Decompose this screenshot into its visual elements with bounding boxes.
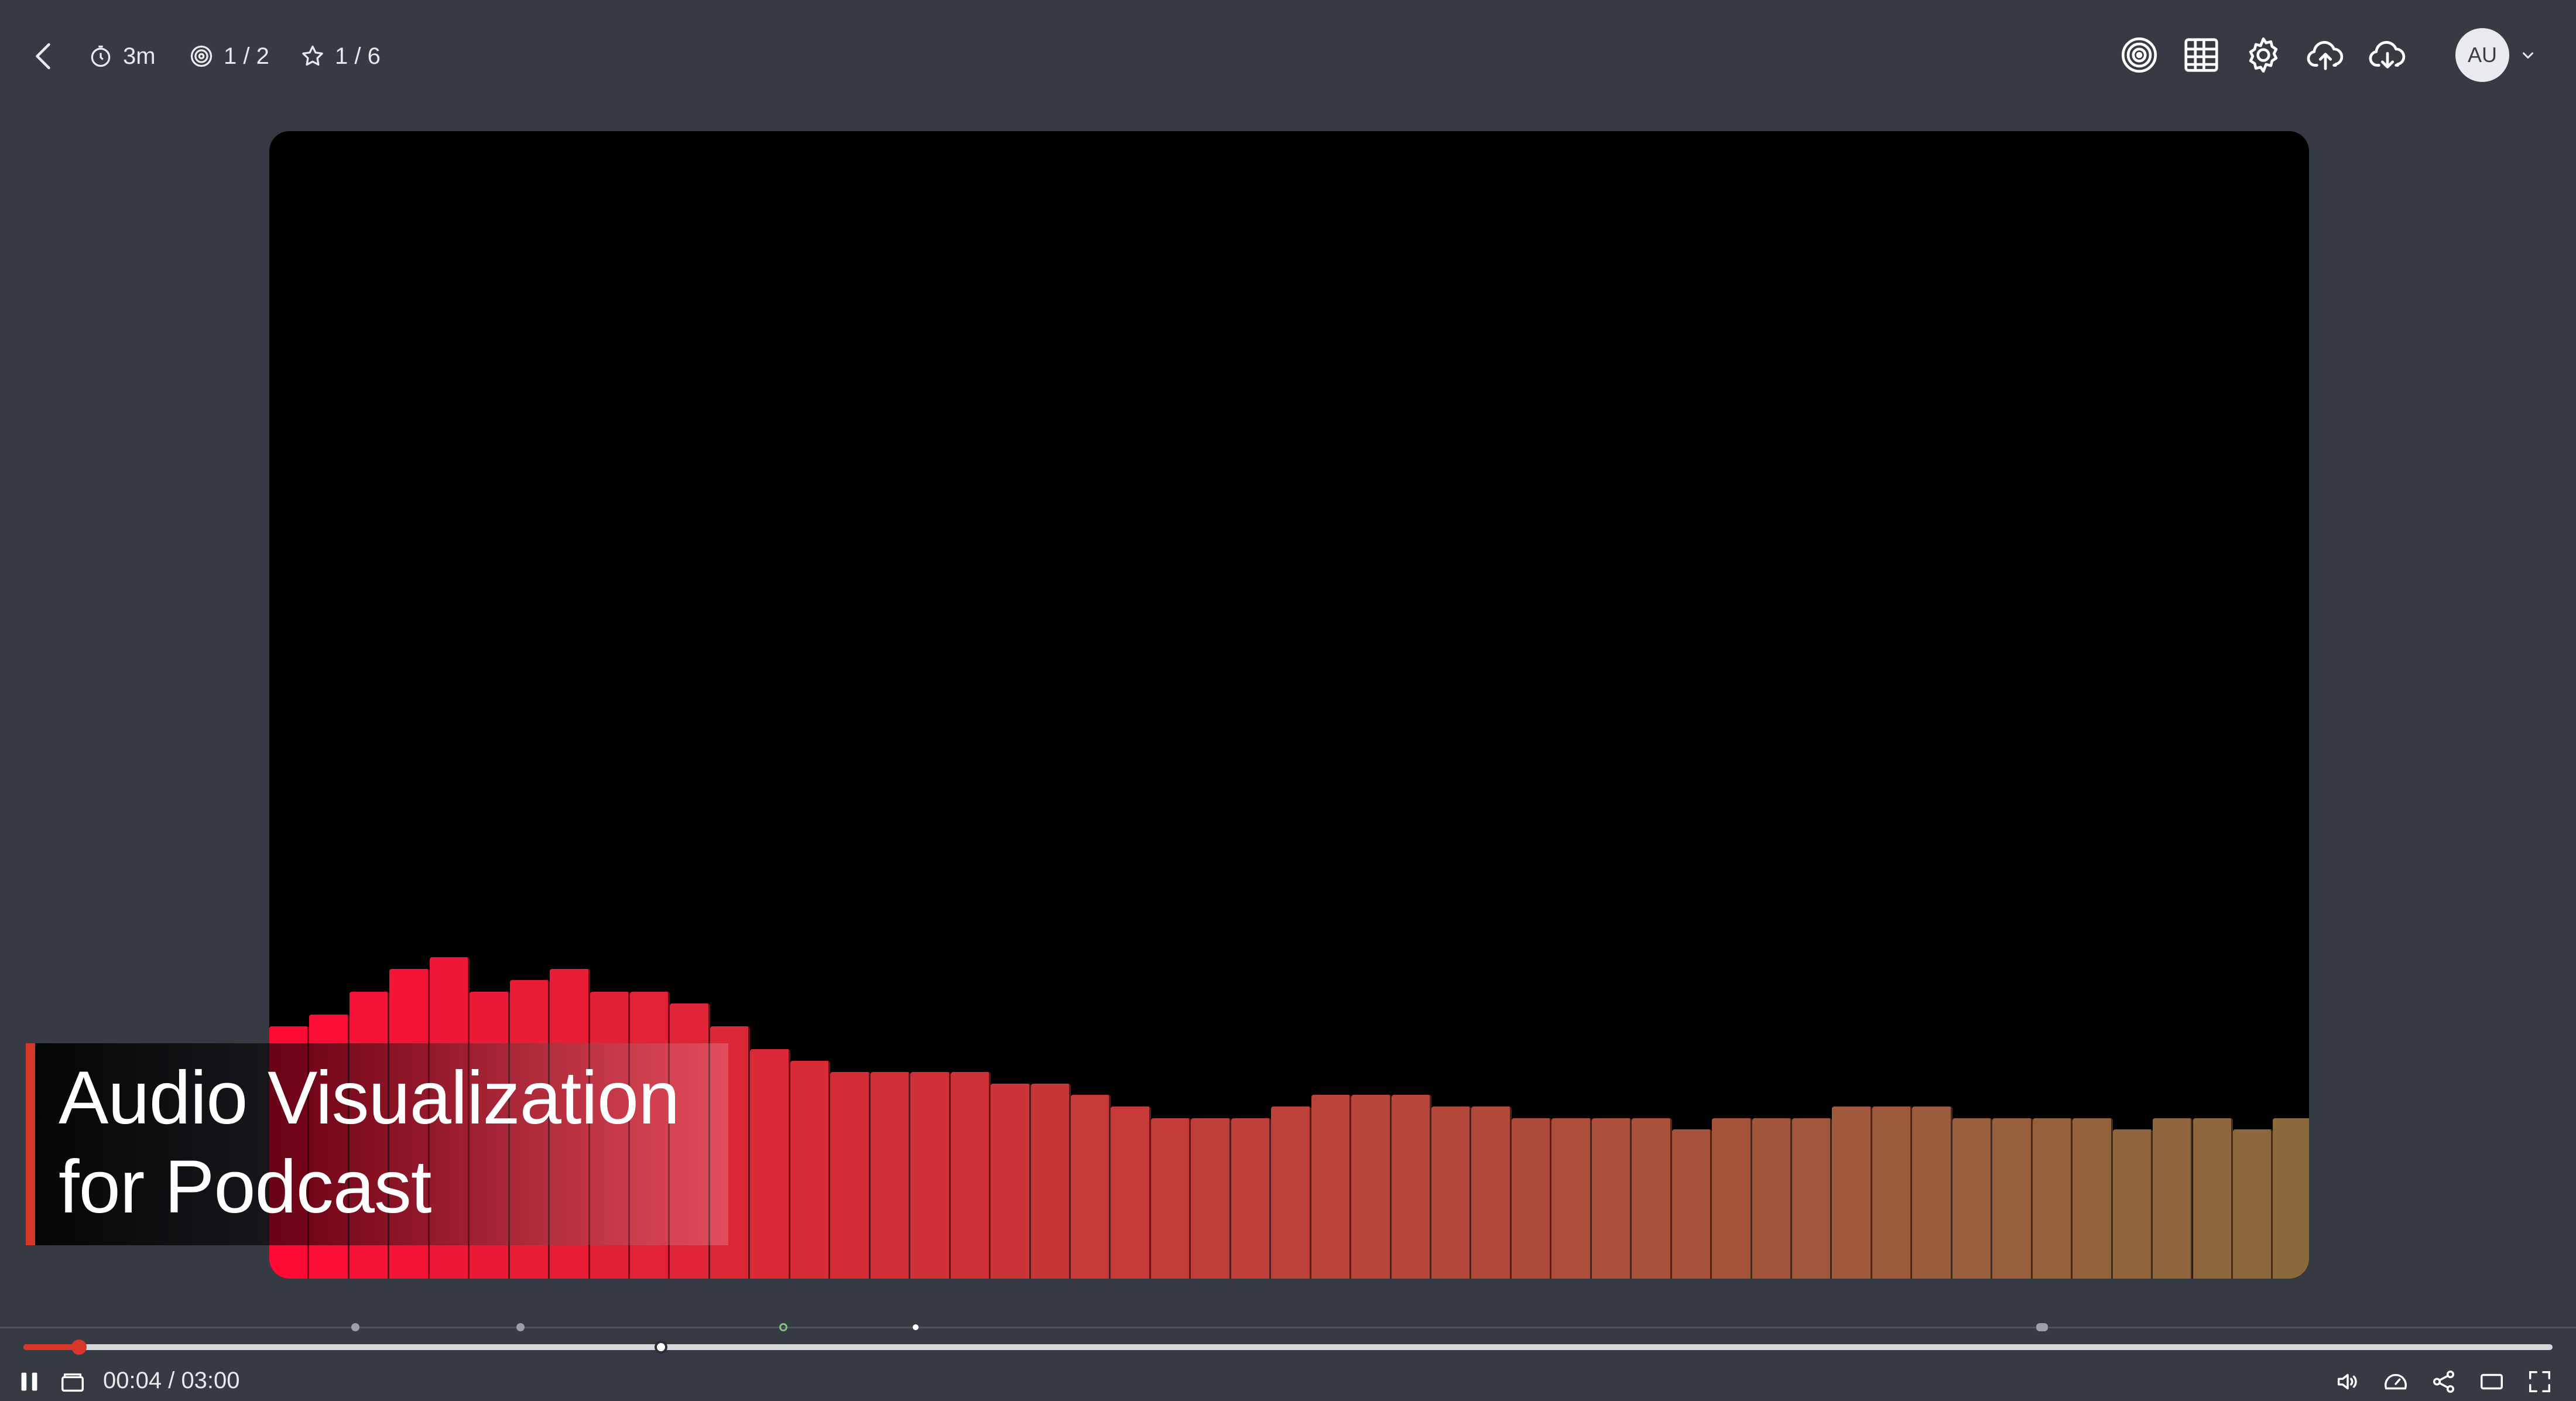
star-icon [302, 45, 323, 66]
timeline-marker[interactable] [2036, 1323, 2048, 1331]
visualizer-bar [1231, 1118, 1272, 1279]
visualizer-bar [1191, 1118, 1231, 1279]
seek-handle[interactable] [71, 1340, 87, 1355]
target-icon [190, 45, 213, 67]
share-button[interactable] [2426, 1364, 2461, 1399]
visualizer-bar [1471, 1107, 1512, 1279]
visualizer-bar [1632, 1118, 1672, 1279]
visualizer-bar [991, 1083, 1031, 1279]
visualizer-bar [1431, 1107, 1472, 1279]
volume-button[interactable] [2330, 1364, 2365, 1399]
visualizer-bar [1511, 1118, 1552, 1279]
visualizer-bar [1872, 1107, 1913, 1279]
speedometer-icon [2385, 1373, 2407, 1390]
pause-button[interactable] [12, 1364, 47, 1399]
timer-icon [91, 45, 111, 67]
visualizer-bar [2153, 1118, 2193, 1279]
visualizer-bar [830, 1072, 871, 1279]
volume-icon [2337, 1373, 2357, 1390]
duration-value: 3m [123, 43, 156, 69]
visualizer-bar [750, 1049, 790, 1279]
grid-button[interactable] [2177, 30, 2226, 80]
playback-speed-button[interactable] [2378, 1364, 2413, 1399]
title-line-1: Audio Visualization [59, 1056, 680, 1140]
timeline-marker[interactable] [351, 1323, 360, 1331]
pause-icon [21, 1372, 37, 1391]
timeline-marker[interactable] [516, 1323, 525, 1331]
timeline-marker[interactable] [779, 1323, 787, 1331]
upload-button[interactable] [2301, 30, 2350, 80]
timecode: 00:04 / 03:00 [103, 1368, 240, 1393]
cloud-upload-icon [2307, 41, 2344, 70]
visualizer-bar [2273, 1118, 2309, 1279]
visualizer-bar [1712, 1118, 1752, 1279]
visualizer-bar [1551, 1118, 1592, 1279]
avatar-initials: AU [2467, 43, 2497, 67]
visualizer-bar [910, 1072, 951, 1279]
visualizer-bar [1391, 1095, 1431, 1279]
visualizer-bar [870, 1072, 911, 1279]
visualizer-bar [1792, 1118, 1832, 1279]
cloud-download-icon [2369, 41, 2406, 68]
visualizer-bar [1832, 1107, 1872, 1279]
stars-value: 1 / 6 [335, 43, 381, 69]
clip-icon [61, 1373, 84, 1392]
back-icon [36, 43, 50, 70]
visualizer-bar [1992, 1118, 2033, 1279]
settings-button[interactable] [2239, 30, 2288, 80]
visualizer-bar [2193, 1118, 2233, 1279]
visualizer-bar [1311, 1095, 1352, 1279]
visualizer-bar [1752, 1118, 1792, 1279]
title-card: Audio Visualization for Podcast [26, 1043, 728, 1245]
aspect-ratio-button[interactable] [2474, 1364, 2509, 1399]
goals-button[interactable] [2115, 30, 2164, 80]
timeline-divider [0, 1327, 2576, 1328]
chevron-down-icon[interactable] [2517, 44, 2539, 66]
target-icon [2121, 37, 2157, 73]
fullscreen-button[interactable] [2522, 1364, 2557, 1399]
title-accent-bar [26, 1043, 35, 1245]
back-button[interactable] [23, 35, 66, 77]
visualizer-bar [1070, 1095, 1111, 1279]
seek-progress [23, 1344, 80, 1350]
timeline-marker[interactable] [913, 1324, 919, 1330]
seek-bar[interactable] [23, 1344, 2553, 1350]
seek-hover-indicator [654, 1341, 667, 1354]
gear-icon [2249, 37, 2278, 73]
visualizer-bar [1671, 1129, 1712, 1279]
aspect-ratio-icon [2481, 1373, 2503, 1390]
visualizer-bar [790, 1060, 831, 1279]
grid-icon [2184, 38, 2218, 72]
duration-stat: 3m [88, 39, 156, 74]
visualizer-bar [1351, 1095, 1392, 1279]
visualizer-bar [2112, 1129, 2153, 1279]
visualizer-bar [1591, 1118, 1632, 1279]
top-bar: 3m 1 / 2 1 / 6 AU [0, 0, 2576, 111]
targets-value: 1 / 2 [224, 43, 269, 69]
visualizer-bar [950, 1072, 991, 1279]
stars-stat: 1 / 6 [300, 39, 381, 74]
visualizer-bar [2032, 1118, 2073, 1279]
visualizer-bar [1150, 1118, 1191, 1279]
visualizer-bar [1271, 1107, 1311, 1279]
download-button[interactable] [2363, 30, 2412, 80]
share-icon [2433, 1371, 2455, 1393]
title-line-2: for Podcast [59, 1145, 431, 1229]
visualizer-bar [1952, 1118, 1993, 1279]
fullscreen-icon [2529, 1371, 2551, 1393]
visualizer-bar [2232, 1129, 2273, 1279]
user-avatar[interactable]: AU [2455, 28, 2509, 82]
visualizer-bar [1912, 1107, 1952, 1279]
visualizer-bar [1111, 1107, 1151, 1279]
visualizer-bar [1030, 1083, 1071, 1279]
targets-stat: 1 / 2 [189, 39, 269, 74]
clip-button[interactable] [55, 1364, 90, 1399]
visualizer-bar [2073, 1118, 2113, 1279]
